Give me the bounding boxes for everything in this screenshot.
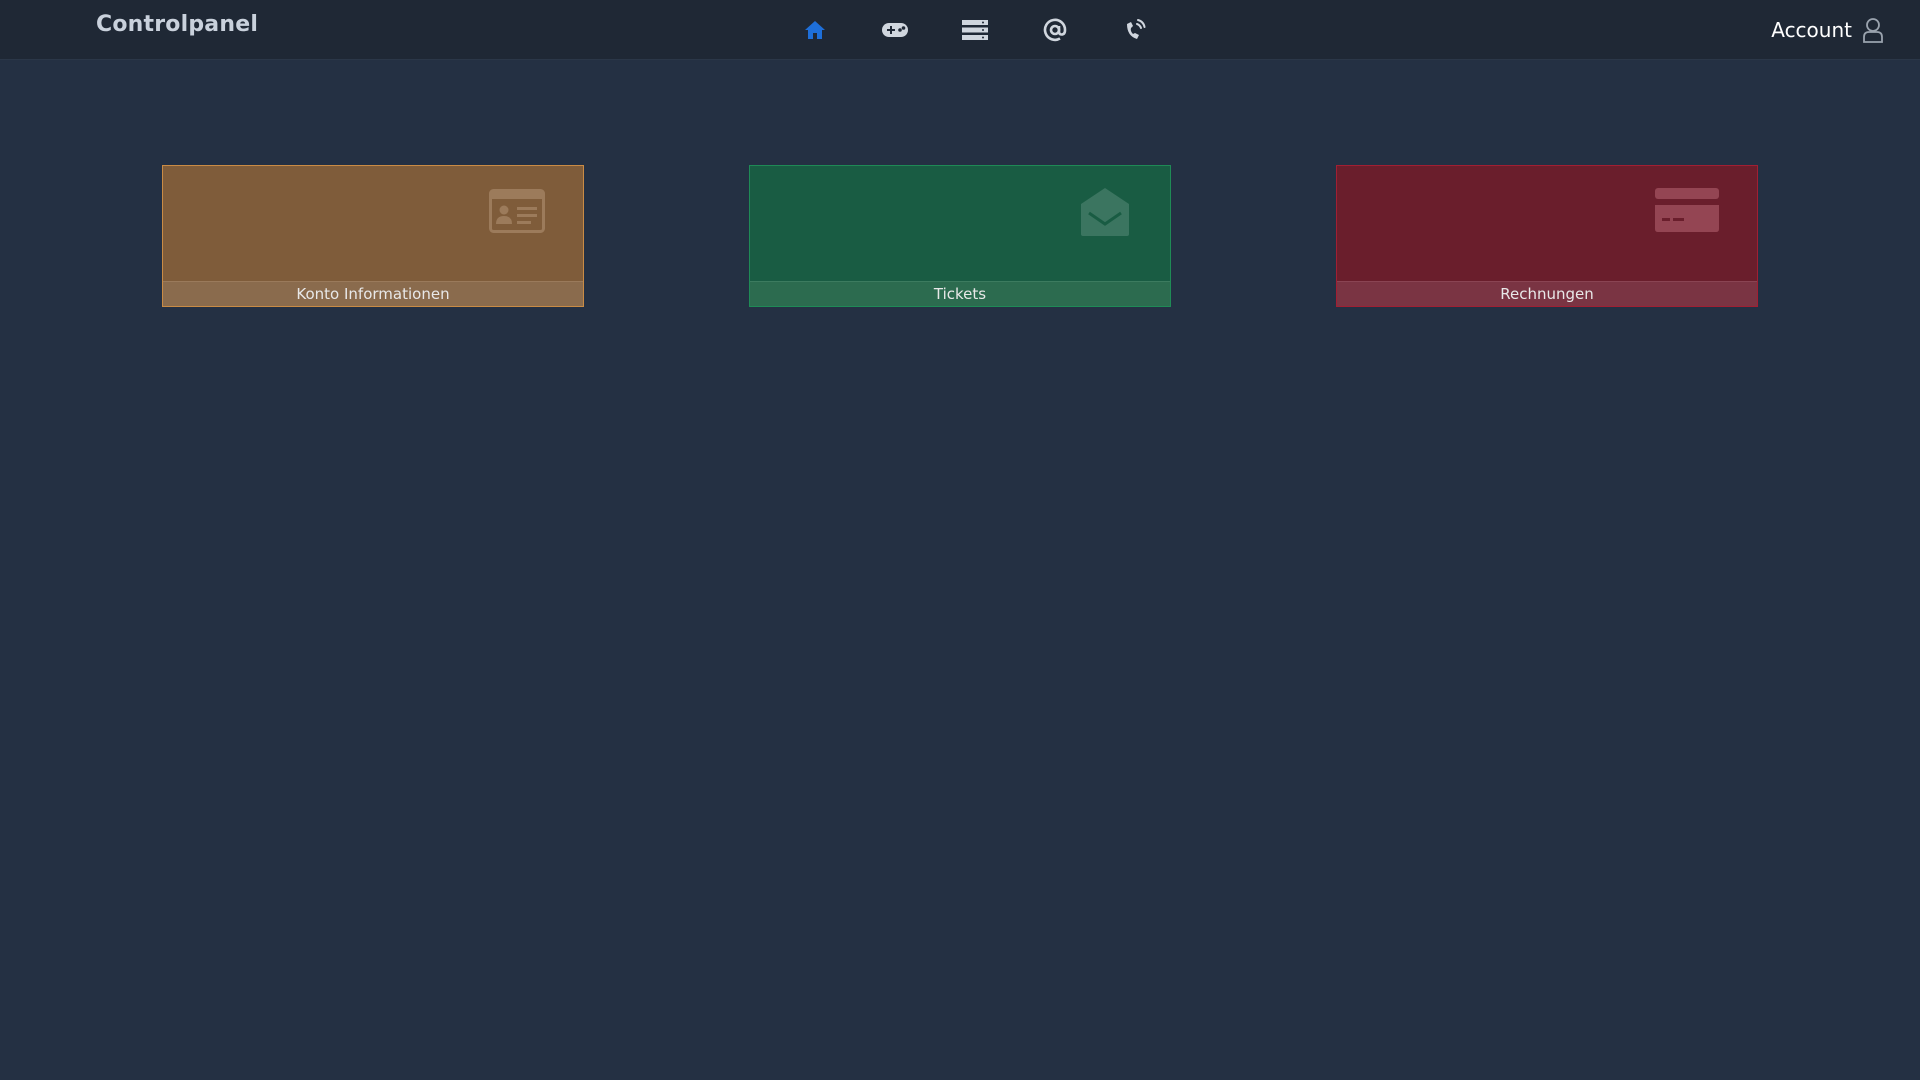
nav-home[interactable] [775, 10, 855, 50]
credit-card-icon [1655, 188, 1719, 232]
tile-rechnungen[interactable]: Rechnungen [1336, 165, 1758, 307]
top-navbar: Controlpanel Account [0, 0, 1920, 60]
brand-link[interactable]: Controlpanel [96, 12, 258, 37]
tile-tickets[interactable]: Tickets [749, 165, 1171, 307]
id-card-icon [489, 189, 545, 233]
main-nav [775, 10, 1175, 50]
nav-games[interactable] [855, 10, 935, 50]
tile-konto-informationen[interactable]: Konto Informationen [162, 165, 584, 307]
user-icon [1863, 18, 1883, 43]
tile-label: Tickets [750, 281, 1170, 306]
gamepad-icon [882, 23, 908, 37]
nav-servers[interactable] [935, 10, 1015, 50]
nav-email[interactable] [1015, 10, 1095, 50]
tile-label: Rechnungen [1337, 281, 1757, 306]
server-icon [962, 20, 988, 40]
phone-ringing-icon [1127, 19, 1146, 39]
at-sign-icon [1043, 18, 1067, 42]
nav-voice[interactable] [1095, 10, 1175, 50]
envelope-open-icon [1081, 188, 1129, 236]
account-menu[interactable]: Account [1771, 14, 1884, 46]
tile-label: Konto Informationen [163, 281, 583, 306]
home-icon [805, 21, 825, 39]
account-label: Account [1771, 18, 1852, 42]
